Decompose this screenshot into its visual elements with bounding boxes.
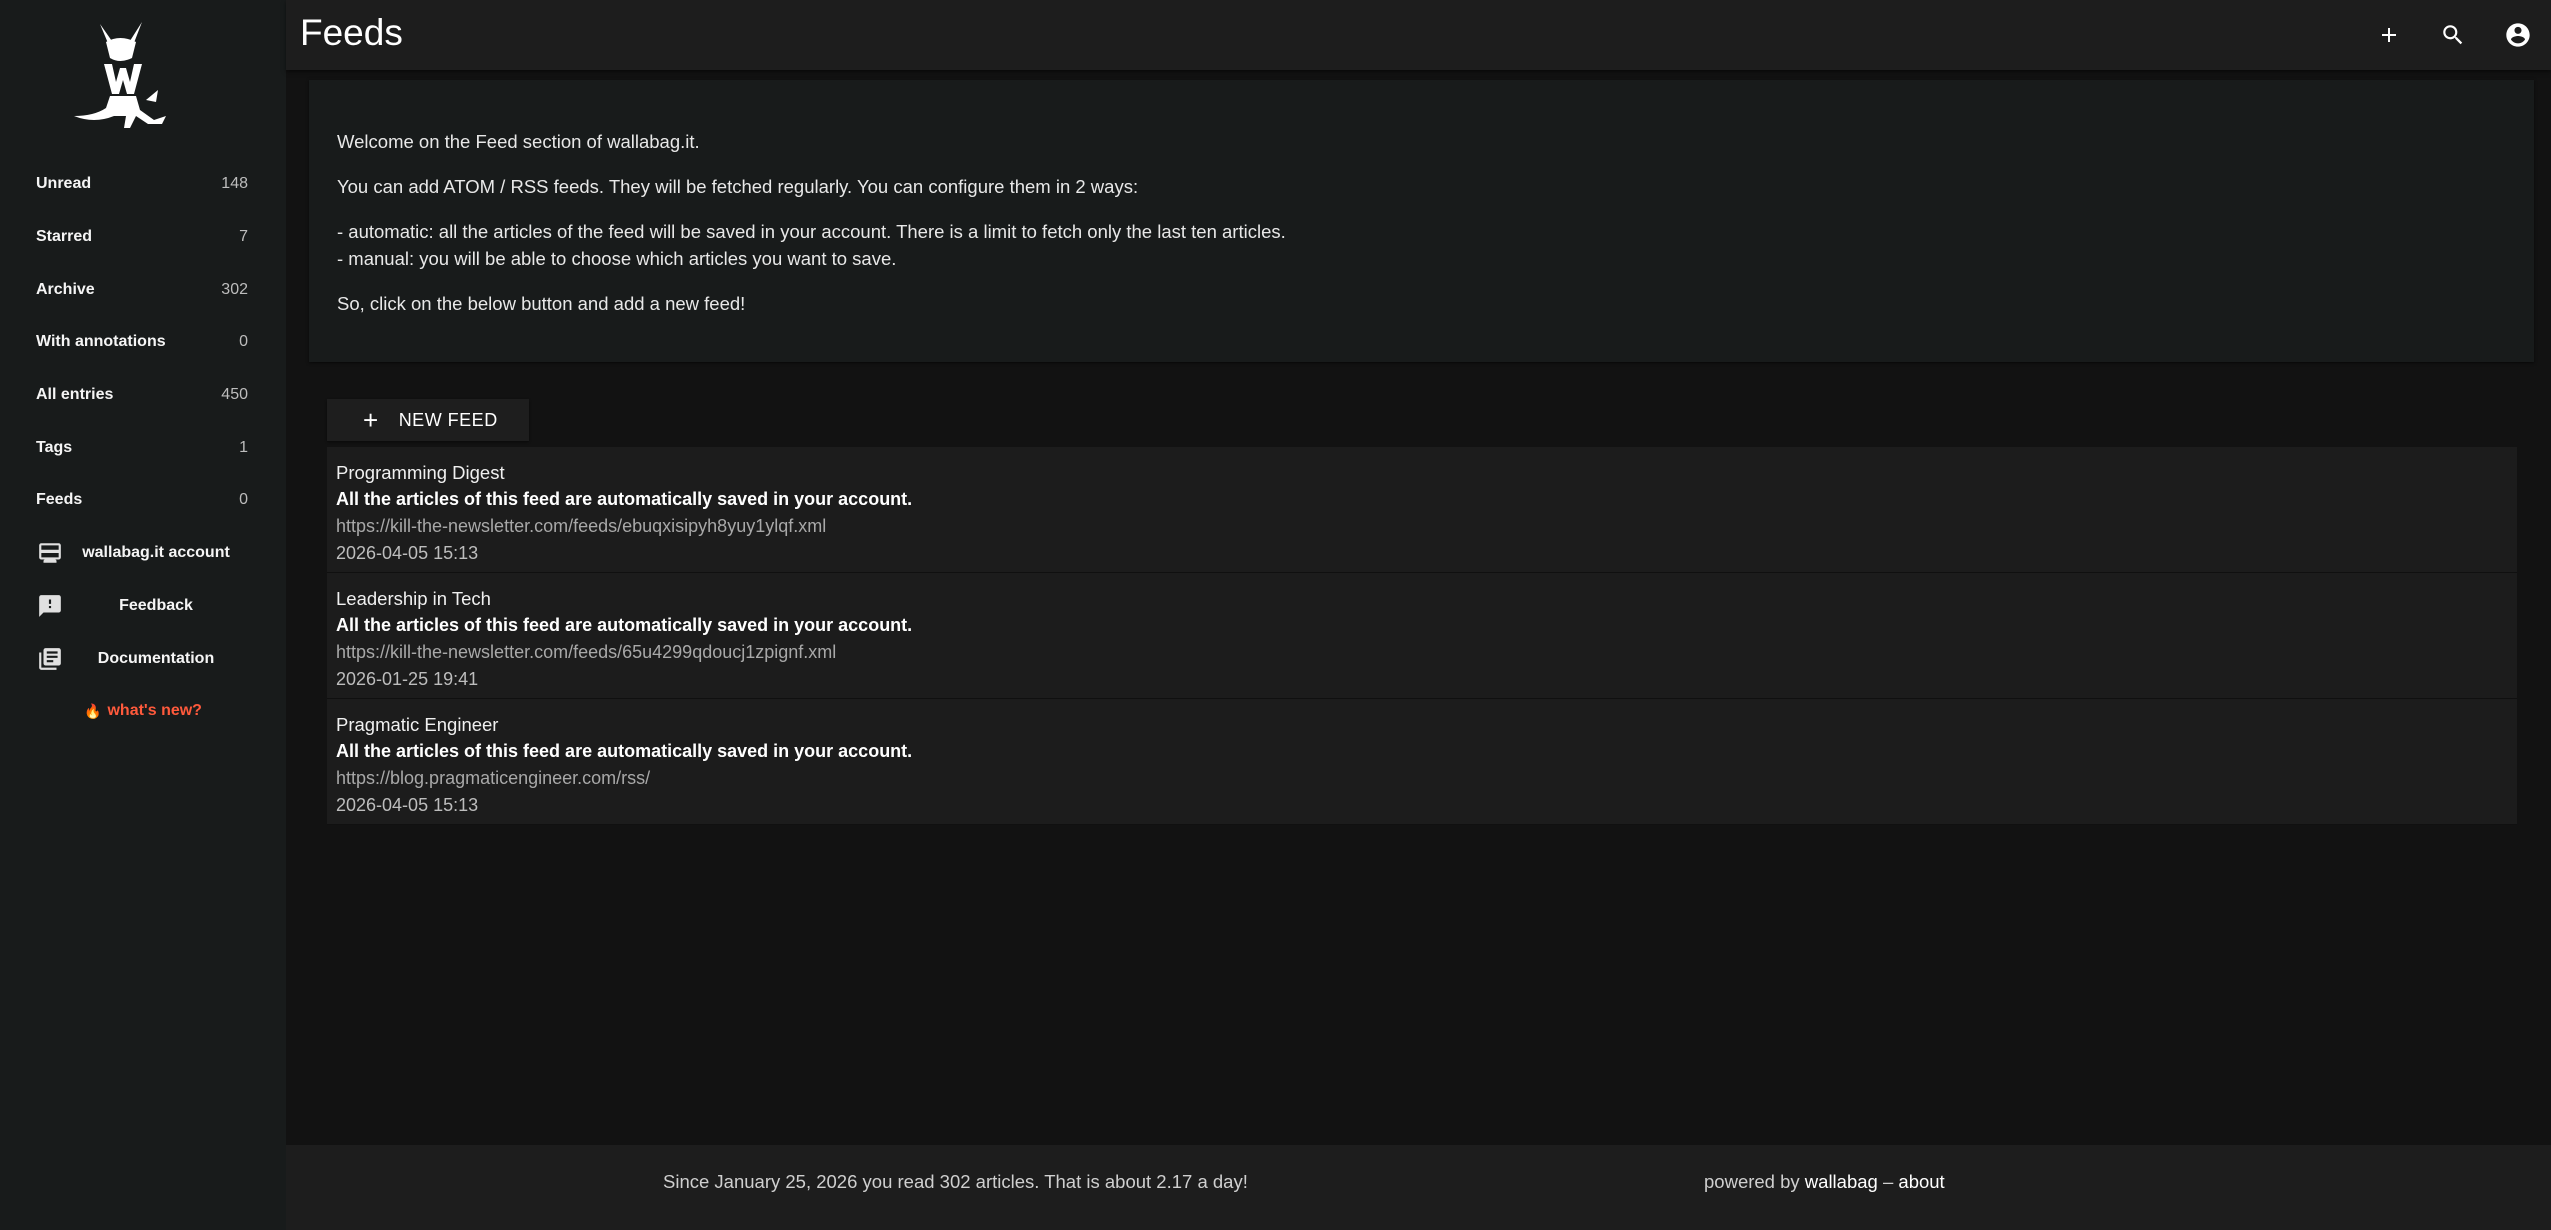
feed-title[interactable]: Programming Digest — [336, 459, 2508, 486]
account-circle-icon[interactable] — [2502, 19, 2534, 51]
footer: Since January 25, 2026 you read 302 arti… — [286, 1145, 2551, 1230]
feed-list: Programming Digest All the articles of t… — [327, 447, 2517, 825]
sidebar-item-feeds[interactable]: Feeds 0 — [0, 474, 286, 527]
search-icon[interactable] — [2437, 19, 2469, 51]
info-welcome: Welcome on the Feed section of wallabag.… — [337, 131, 700, 152]
sidebar-item-count: 1 — [239, 438, 248, 456]
sidebar-item-annotations[interactable]: With annotations 0 — [0, 316, 286, 369]
sidebar-item-count: 0 — [239, 333, 248, 351]
feed-date: 2026-01-25 19:41 — [336, 669, 479, 689]
library-books-icon — [36, 645, 64, 673]
feed-url: https://kill-the-newsletter.com/feeds/65… — [336, 642, 837, 662]
feed-url: https://blog.pragmaticengineer.com/rss/ — [336, 768, 651, 788]
sidebar-item-count: 450 — [221, 386, 248, 404]
sidebar-nav: Unread 148 Starred 7 Archive 302 With an… — [0, 158, 286, 738]
wallabag-logo[interactable] — [70, 20, 175, 133]
sidebar-item-tags[interactable]: Tags 1 — [0, 421, 286, 474]
powered-by-text: powered by — [1704, 1171, 1800, 1192]
sidebar-item-label: Starred — [36, 228, 93, 246]
feed-url: https://kill-the-newsletter.com/feeds/eb… — [336, 516, 827, 536]
credit-card-icon — [36, 539, 64, 567]
feed-date: 2026-04-05 15:13 — [336, 543, 479, 563]
feeds-info-card: Welcome on the Feed section of wallabag.… — [309, 80, 2534, 362]
feed-mode: All the articles of this feed are automa… — [336, 489, 913, 509]
sidebar-link-account[interactable]: wallabag.it account — [0, 527, 286, 580]
new-feed-button[interactable]: + NEW FEED — [327, 399, 529, 441]
reading-stats: Since January 25, 2026 you read 302 arti… — [663, 1171, 1248, 1192]
sidebar-item-label: All entries — [36, 386, 114, 404]
feed-item[interactable]: Pragmatic Engineer All the articles of t… — [327, 699, 2517, 825]
about-link[interactable]: about — [1898, 1171, 1944, 1192]
feed-date: 2026-04-05 15:13 — [336, 795, 479, 815]
info-automatic: - automatic: all the articles of the fee… — [337, 221, 1286, 242]
feedback-icon — [36, 592, 64, 620]
powered-by: powered by wallabag – about — [1704, 1171, 1945, 1193]
sidebar-item-label: Archive — [36, 280, 95, 298]
sidebar-item-label: With annotations — [36, 333, 166, 351]
plus-icon: + — [363, 405, 379, 435]
top-bar: Feeds — [286, 0, 2551, 70]
sidebar-link-documentation[interactable]: Documentation — [0, 632, 286, 685]
info-description: You can add ATOM / RSS feeds. They will … — [337, 176, 1139, 197]
feed-mode: All the articles of this feed are automa… — [336, 741, 913, 761]
feed-title[interactable]: Leadership in Tech — [336, 585, 2508, 612]
sidebar-link-label: Documentation — [97, 649, 215, 667]
sidebar-item-archive[interactable]: Archive 302 — [0, 263, 286, 316]
info-cta: So, click on the below button and add a … — [337, 293, 746, 314]
sidebar-link-label: wallabag.it account — [82, 544, 230, 562]
new-feed-label: NEW FEED — [398, 409, 498, 430]
whats-new-link[interactable]: 🔥 what's new? — [0, 685, 286, 738]
feed-item[interactable]: Leadership in Tech All the articles of t… — [327, 573, 2517, 699]
wallabag-link[interactable]: wallabag — [1805, 1171, 1878, 1192]
sidebar-item-all-entries[interactable]: All entries 450 — [0, 369, 286, 422]
sidebar-item-label: Feeds — [36, 491, 83, 509]
feed-item[interactable]: Programming Digest All the articles of t… — [327, 447, 2517, 573]
sidebar: Unread 148 Starred 7 Archive 302 With an… — [0, 0, 286, 1230]
plus-icon[interactable] — [2373, 19, 2405, 51]
page-title: Feeds — [300, 12, 403, 53]
sidebar-item-unread[interactable]: Unread 148 — [0, 158, 286, 211]
sidebar-item-count: 148 — [221, 175, 248, 193]
sidebar-item-label: Tags — [36, 438, 73, 456]
sidebar-item-count: 302 — [221, 280, 248, 298]
feed-mode: All the articles of this feed are automa… — [336, 615, 913, 635]
info-manual: - manual: you will be able to choose whi… — [337, 248, 897, 269]
sidebar-item-starred[interactable]: Starred 7 — [0, 211, 286, 264]
whats-new-label: what's new? — [107, 702, 202, 720]
sidebar-item-count: 0 — [239, 491, 248, 509]
flame-icon: 🔥 — [84, 702, 102, 719]
sidebar-link-label: Feedback — [119, 596, 193, 614]
sidebar-item-count: 7 — [239, 228, 248, 246]
sidebar-link-feedback[interactable]: Feedback — [0, 580, 286, 633]
footer-dash: – — [1882, 1171, 1894, 1192]
sidebar-item-label: Unread — [36, 175, 92, 193]
feed-title[interactable]: Pragmatic Engineer — [336, 711, 2508, 738]
